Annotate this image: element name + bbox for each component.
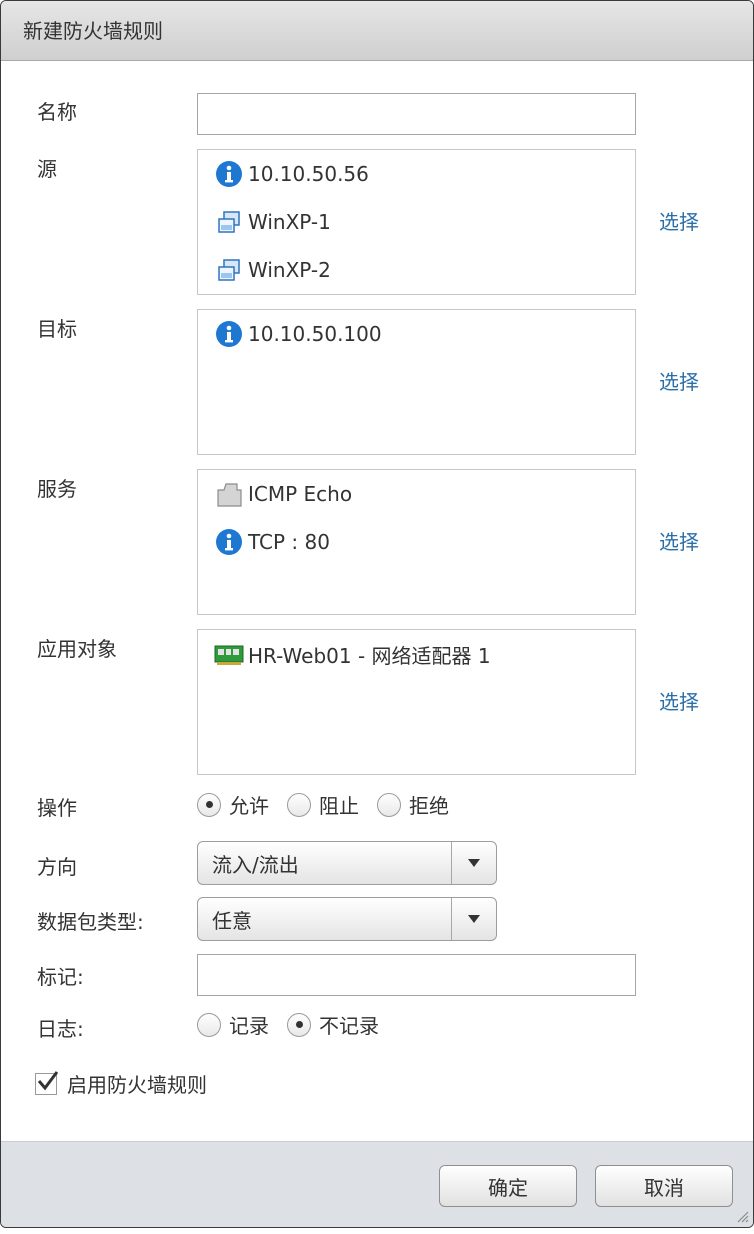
ok-button[interactable]: 确定 — [439, 1165, 577, 1207]
action-reject-option[interactable]: 拒绝 — [377, 790, 449, 819]
target-label: 目标 — [37, 317, 77, 341]
list-item[interactable]: WinXP-2 — [214, 254, 331, 286]
new-firewall-rule-dialog: 新建防火墙规则 名称 源 10.10.50.56 WinXP-1 WinXP-2… — [0, 0, 754, 1228]
radio-label: 拒绝 — [409, 794, 449, 818]
list-item[interactable]: HR-Web01 - 网络适配器 1 — [214, 638, 491, 670]
action-allow-option[interactable]: 允许 — [197, 790, 269, 819]
radio-label: 阻止 — [319, 794, 359, 818]
name-label: 名称 — [37, 100, 77, 124]
vm-icon — [214, 207, 244, 237]
list-item-label: HR-Web01 - 网络适配器 1 — [248, 643, 491, 668]
enable-rule-checkbox-row[interactable]: 启用防火墙规则 — [35, 1069, 207, 1098]
service-select-link[interactable]: 选择 — [659, 526, 699, 555]
chevron-down-icon[interactable] — [451, 842, 496, 884]
action-radio-group: 允许 阻止 拒绝 — [197, 790, 467, 819]
source-select-link[interactable]: 选择 — [659, 206, 699, 235]
dropdown-value: 流入/流出 — [212, 852, 299, 877]
chevron-down-icon[interactable] — [451, 898, 496, 940]
dropdown-value: 任意 — [212, 908, 252, 933]
tag-label: 标记: — [37, 965, 84, 989]
list-item-label: TCP : 80 — [248, 530, 330, 554]
list-item-label: ICMP Echo — [248, 482, 353, 506]
radio-button[interactable] — [377, 792, 401, 817]
name-input[interactable] — [197, 93, 636, 135]
packet-type-dropdown[interactable]: 任意 — [197, 897, 497, 941]
vm-icon — [214, 255, 244, 285]
tag-input[interactable] — [197, 954, 636, 996]
resize-grip-icon[interactable] — [735, 1209, 749, 1223]
list-item-label: WinXP-2 — [248, 258, 331, 282]
log-label: 日志: — [37, 1017, 84, 1041]
radio-label: 记录 — [229, 1014, 269, 1038]
log-radio-group: 记录 不记录 — [197, 1010, 397, 1039]
direction-label: 方向 — [37, 855, 77, 879]
info-icon — [214, 159, 244, 189]
applied-to-label: 应用对象 — [37, 637, 117, 661]
log-record-option[interactable]: 记录 — [197, 1010, 269, 1039]
service-icon — [214, 479, 244, 509]
info-icon — [214, 319, 244, 349]
packet-type-label: 数据包类型: — [37, 910, 144, 934]
list-item[interactable]: WinXP-1 — [214, 206, 331, 238]
dialog-title: 新建防火墙规则 — [1, 1, 753, 61]
list-item-label: 10.10.50.56 — [248, 162, 369, 186]
radio-button[interactable] — [197, 1012, 221, 1037]
network-adapter-icon — [214, 639, 244, 669]
list-item[interactable]: ICMP Echo — [214, 478, 352, 510]
enable-rule-label: 启用防火墙规则 — [67, 1073, 207, 1097]
action-block-option[interactable]: 阻止 — [287, 790, 359, 819]
service-label: 服务 — [37, 477, 77, 501]
source-list[interactable]: 10.10.50.56 WinXP-1 WinXP-2 — [197, 149, 636, 295]
enable-rule-checkbox[interactable] — [35, 1070, 59, 1095]
checkmark-icon — [37, 1070, 59, 1090]
target-select-link[interactable]: 选择 — [659, 366, 699, 395]
target-list[interactable]: 10.10.50.100 — [197, 309, 636, 455]
direction-dropdown[interactable]: 流入/流出 — [197, 841, 497, 885]
radio-label: 允许 — [229, 794, 269, 818]
list-item-label: 10.10.50.100 — [248, 322, 382, 346]
list-item[interactable]: 10.10.50.100 — [214, 318, 382, 350]
radio-button[interactable] — [287, 1012, 311, 1037]
radio-label: 不记录 — [319, 1014, 379, 1038]
applied-to-list[interactable]: HR-Web01 - 网络适配器 1 — [197, 629, 636, 775]
list-item[interactable]: 10.10.50.56 — [214, 158, 369, 190]
list-item[interactable]: TCP : 80 — [214, 526, 330, 558]
applied-to-select-link[interactable]: 选择 — [659, 686, 699, 715]
service-list[interactable]: ICMP Echo TCP : 80 — [197, 469, 636, 615]
info-icon — [214, 527, 244, 557]
radio-button[interactable] — [197, 792, 221, 817]
source-label: 源 — [37, 157, 57, 181]
radio-button[interactable] — [287, 792, 311, 817]
list-item-label: WinXP-1 — [248, 210, 331, 234]
log-no-record-option[interactable]: 不记录 — [287, 1010, 379, 1039]
cancel-button[interactable]: 取消 — [595, 1165, 733, 1207]
action-label: 操作 — [37, 796, 77, 820]
